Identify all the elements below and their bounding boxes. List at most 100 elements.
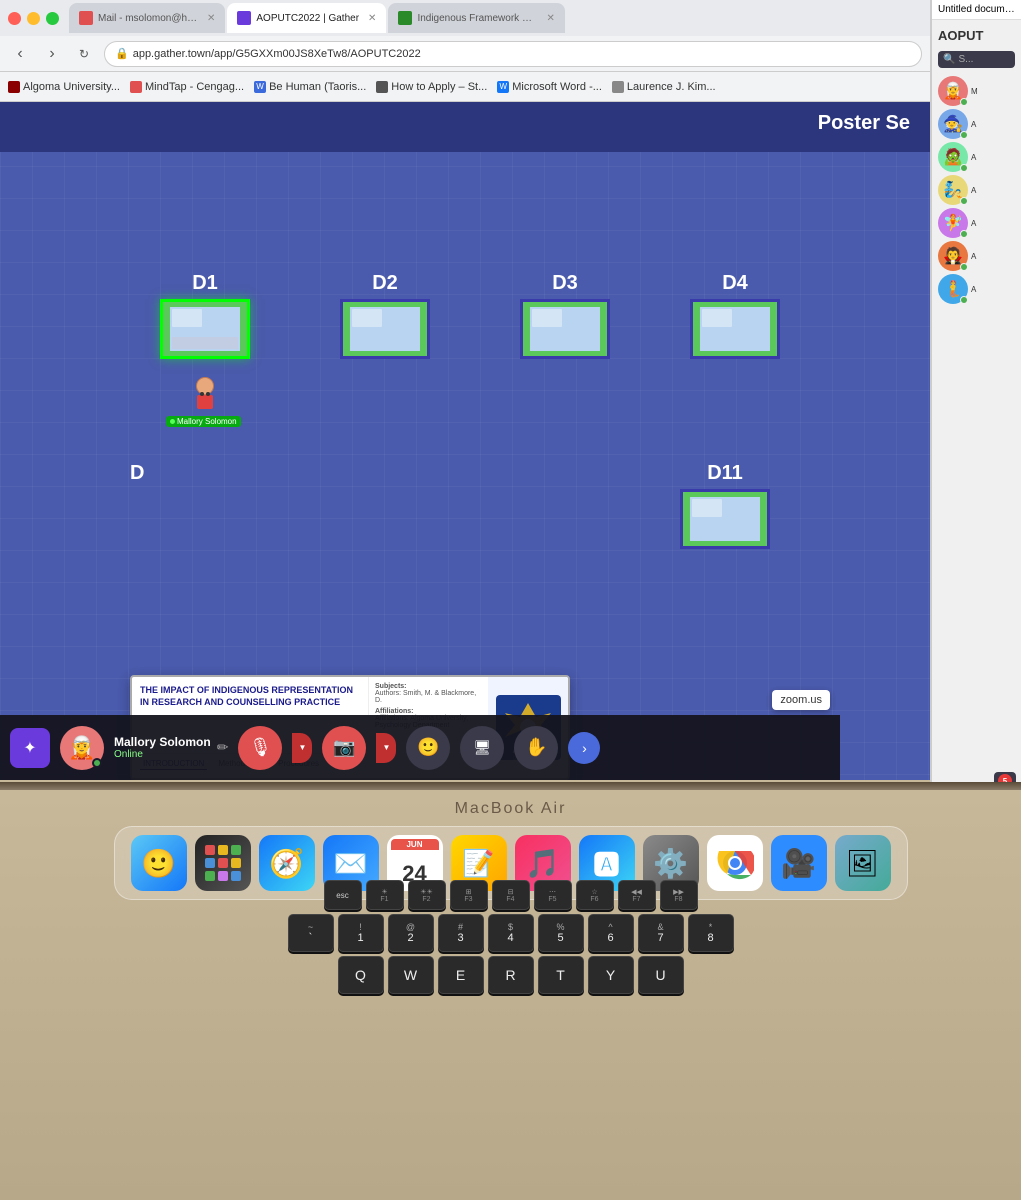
bookmark-mindtap[interactable]: MindTap - Cengag... [130, 81, 244, 93]
address-text: app.gather.town/app/G5GXXm00JS8XeTw8/AOP… [133, 48, 421, 60]
gather-logo-button[interactable]: ✦ [10, 728, 50, 768]
tab-indigenous-close[interactable]: ✕ [546, 13, 554, 24]
booth-d4[interactable]: D4 [690, 272, 780, 359]
booth-d1-label: D1 [192, 272, 218, 295]
hand-button[interactable]: ✋ [514, 726, 558, 770]
key-f3[interactable]: ⊞ F3 [450, 880, 488, 910]
untitled-doc-tab[interactable]: Untitled document [932, 0, 1021, 20]
mic-dropdown[interactable]: ▼ [292, 733, 312, 763]
key-f2[interactable]: ☀☀ F2 [408, 880, 446, 910]
key-f8[interactable]: ▶▶ F8 [660, 880, 698, 910]
key-y[interactable]: Y [588, 956, 634, 994]
key-6[interactable]: ^ 6 [588, 914, 634, 952]
booth-d3[interactable]: D3 [520, 272, 610, 359]
tab-mail-close[interactable]: ✕ [207, 13, 215, 24]
minimize-button[interactable] [27, 12, 40, 25]
emoji-button[interactable]: 🙂 [406, 726, 450, 770]
emoji-icon: 🙂 [417, 737, 439, 758]
tab-gather-label: AOPUTC2022 | Gather [256, 13, 359, 24]
edit-profile-button[interactable]: ✏ [217, 739, 229, 756]
key-7[interactable]: & 7 [638, 914, 684, 952]
booth-d2[interactable]: D2 [340, 272, 430, 359]
key-f4[interactable]: ⊟ F4 [492, 880, 530, 910]
notes-icon: 📝 [462, 848, 494, 879]
avatar-bubble: 🧝 [938, 76, 968, 106]
booth-d2-label: D2 [372, 272, 398, 295]
user-name-display: Mallory Solomon [114, 735, 211, 749]
camera-button[interactable]: 📷 [322, 726, 366, 770]
online-indicator [960, 296, 968, 304]
laurence-favicon [612, 81, 624, 93]
key-3[interactable]: # 3 [438, 914, 484, 952]
key-e[interactable]: E [438, 956, 484, 994]
calendar-month: JUN [391, 839, 439, 850]
booth-d11-screen [680, 489, 770, 549]
tab-gather[interactable]: AOPUTC2022 | Gather ✕ [227, 3, 386, 33]
participant-item[interactable]: 🧟 A [938, 142, 1015, 172]
avatar-bubble: 🧟 [938, 142, 968, 172]
booth-d-partial[interactable]: D [130, 462, 144, 489]
bookmark-algoma[interactable]: Algoma University... [8, 81, 120, 93]
key-t[interactable]: T [538, 956, 584, 994]
expand-button[interactable]: › [568, 732, 600, 764]
back-button[interactable]: ‹ [8, 42, 32, 66]
bookmark-word[interactable]: W Microsoft Word -... [497, 81, 602, 93]
bookmark-algoma-label: Algoma University... [23, 81, 120, 93]
booth-d11[interactable]: D11 [680, 462, 770, 549]
preview-icon: 🖼 [846, 848, 879, 879]
booth-d1[interactable]: D1 Mallory Solomon [160, 272, 250, 409]
online-dot [170, 419, 175, 424]
key-4[interactable]: $ 4 [488, 914, 534, 952]
screen-share-button[interactable]: 🖥 [460, 726, 504, 770]
poster-authors: Subjects: Authors: Smith, M. & Blackmore… [375, 683, 482, 704]
bookmark-behuman[interactable]: W Be Human (Taoris... [254, 81, 366, 93]
participant-item[interactable]: 🧞 A [938, 175, 1015, 205]
tab-mail[interactable]: Mail - msolomon@hollandt ✕ [69, 3, 225, 33]
key-u[interactable]: U [638, 956, 684, 994]
forward-button[interactable]: › [40, 42, 64, 66]
camera-dropdown[interactable]: ▼ [376, 733, 396, 763]
key-f5[interactable]: ⋯ F5 [534, 880, 572, 910]
close-button[interactable] [8, 12, 21, 25]
key-f7[interactable]: ◀◀ F7 [618, 880, 656, 910]
tab-indigenous[interactable]: Indigenous Framework BC| ✕ [388, 3, 564, 33]
bezel-bottom-edge [0, 782, 1021, 790]
key-5[interactable]: % 5 [538, 914, 584, 952]
mic-button[interactable]: 🎙 [238, 726, 282, 770]
key-8[interactable]: * 8 [688, 914, 734, 952]
key-tilde[interactable]: ~ ` [288, 914, 334, 952]
reload-button[interactable]: ↻ [72, 42, 96, 66]
key-2[interactable]: @ 2 [388, 914, 434, 952]
user-avatar-button[interactable]: 🧝 [60, 726, 104, 770]
key-esc[interactable]: esc [324, 880, 362, 910]
howtoapply-favicon [376, 81, 388, 93]
maximize-button[interactable] [46, 12, 59, 25]
gather-game-area[interactable]: Poster Se D1 Mallory Solom [0, 102, 930, 780]
participant-item[interactable]: 🧛 A [938, 241, 1015, 271]
avatar-bubble: 🧛 [938, 241, 968, 271]
key-1[interactable]: ! 1 [338, 914, 384, 952]
character-sprite [196, 377, 214, 409]
participant-item[interactable]: 🧙 A [938, 109, 1015, 139]
tab-mail-label: Mail - msolomon@hollandt [98, 13, 198, 24]
screen-content: Mail - msolomon@hollandt ✕ AOPUTC2022 | … [0, 0, 930, 780]
key-q[interactable]: Q [338, 956, 384, 994]
bookmark-laurence[interactable]: Laurence J. Kim... [612, 81, 716, 93]
aoputs-label: AOPUT [938, 28, 1015, 43]
finder-icon: 🙂 [141, 847, 176, 880]
participant-item[interactable]: 🧜 A [938, 274, 1015, 304]
chevron-icon: › [582, 740, 587, 756]
tab-gather-close[interactable]: ✕ [368, 13, 376, 24]
bookmark-howtoapply[interactable]: How to Apply – St... [376, 81, 487, 93]
key-w[interactable]: W [388, 956, 434, 994]
participant-item[interactable]: 🧝 M [938, 76, 1015, 106]
browser-main: Poster Se D1 Mallory Solom [0, 102, 930, 780]
key-f6[interactable]: ☆ F6 [576, 880, 614, 910]
address-field[interactable]: 🔒 app.gather.town/app/G5GXXm00JS8XeTw8/A… [104, 41, 922, 67]
avatar-bubble: 🧞 [938, 175, 968, 205]
key-r[interactable]: R [488, 956, 534, 994]
key-f1[interactable]: ☀ F1 [366, 880, 404, 910]
booth-d1-screen-inner [170, 307, 240, 351]
participant-item[interactable]: 🧚 A [938, 208, 1015, 238]
booth-d3-label: D3 [552, 272, 578, 295]
